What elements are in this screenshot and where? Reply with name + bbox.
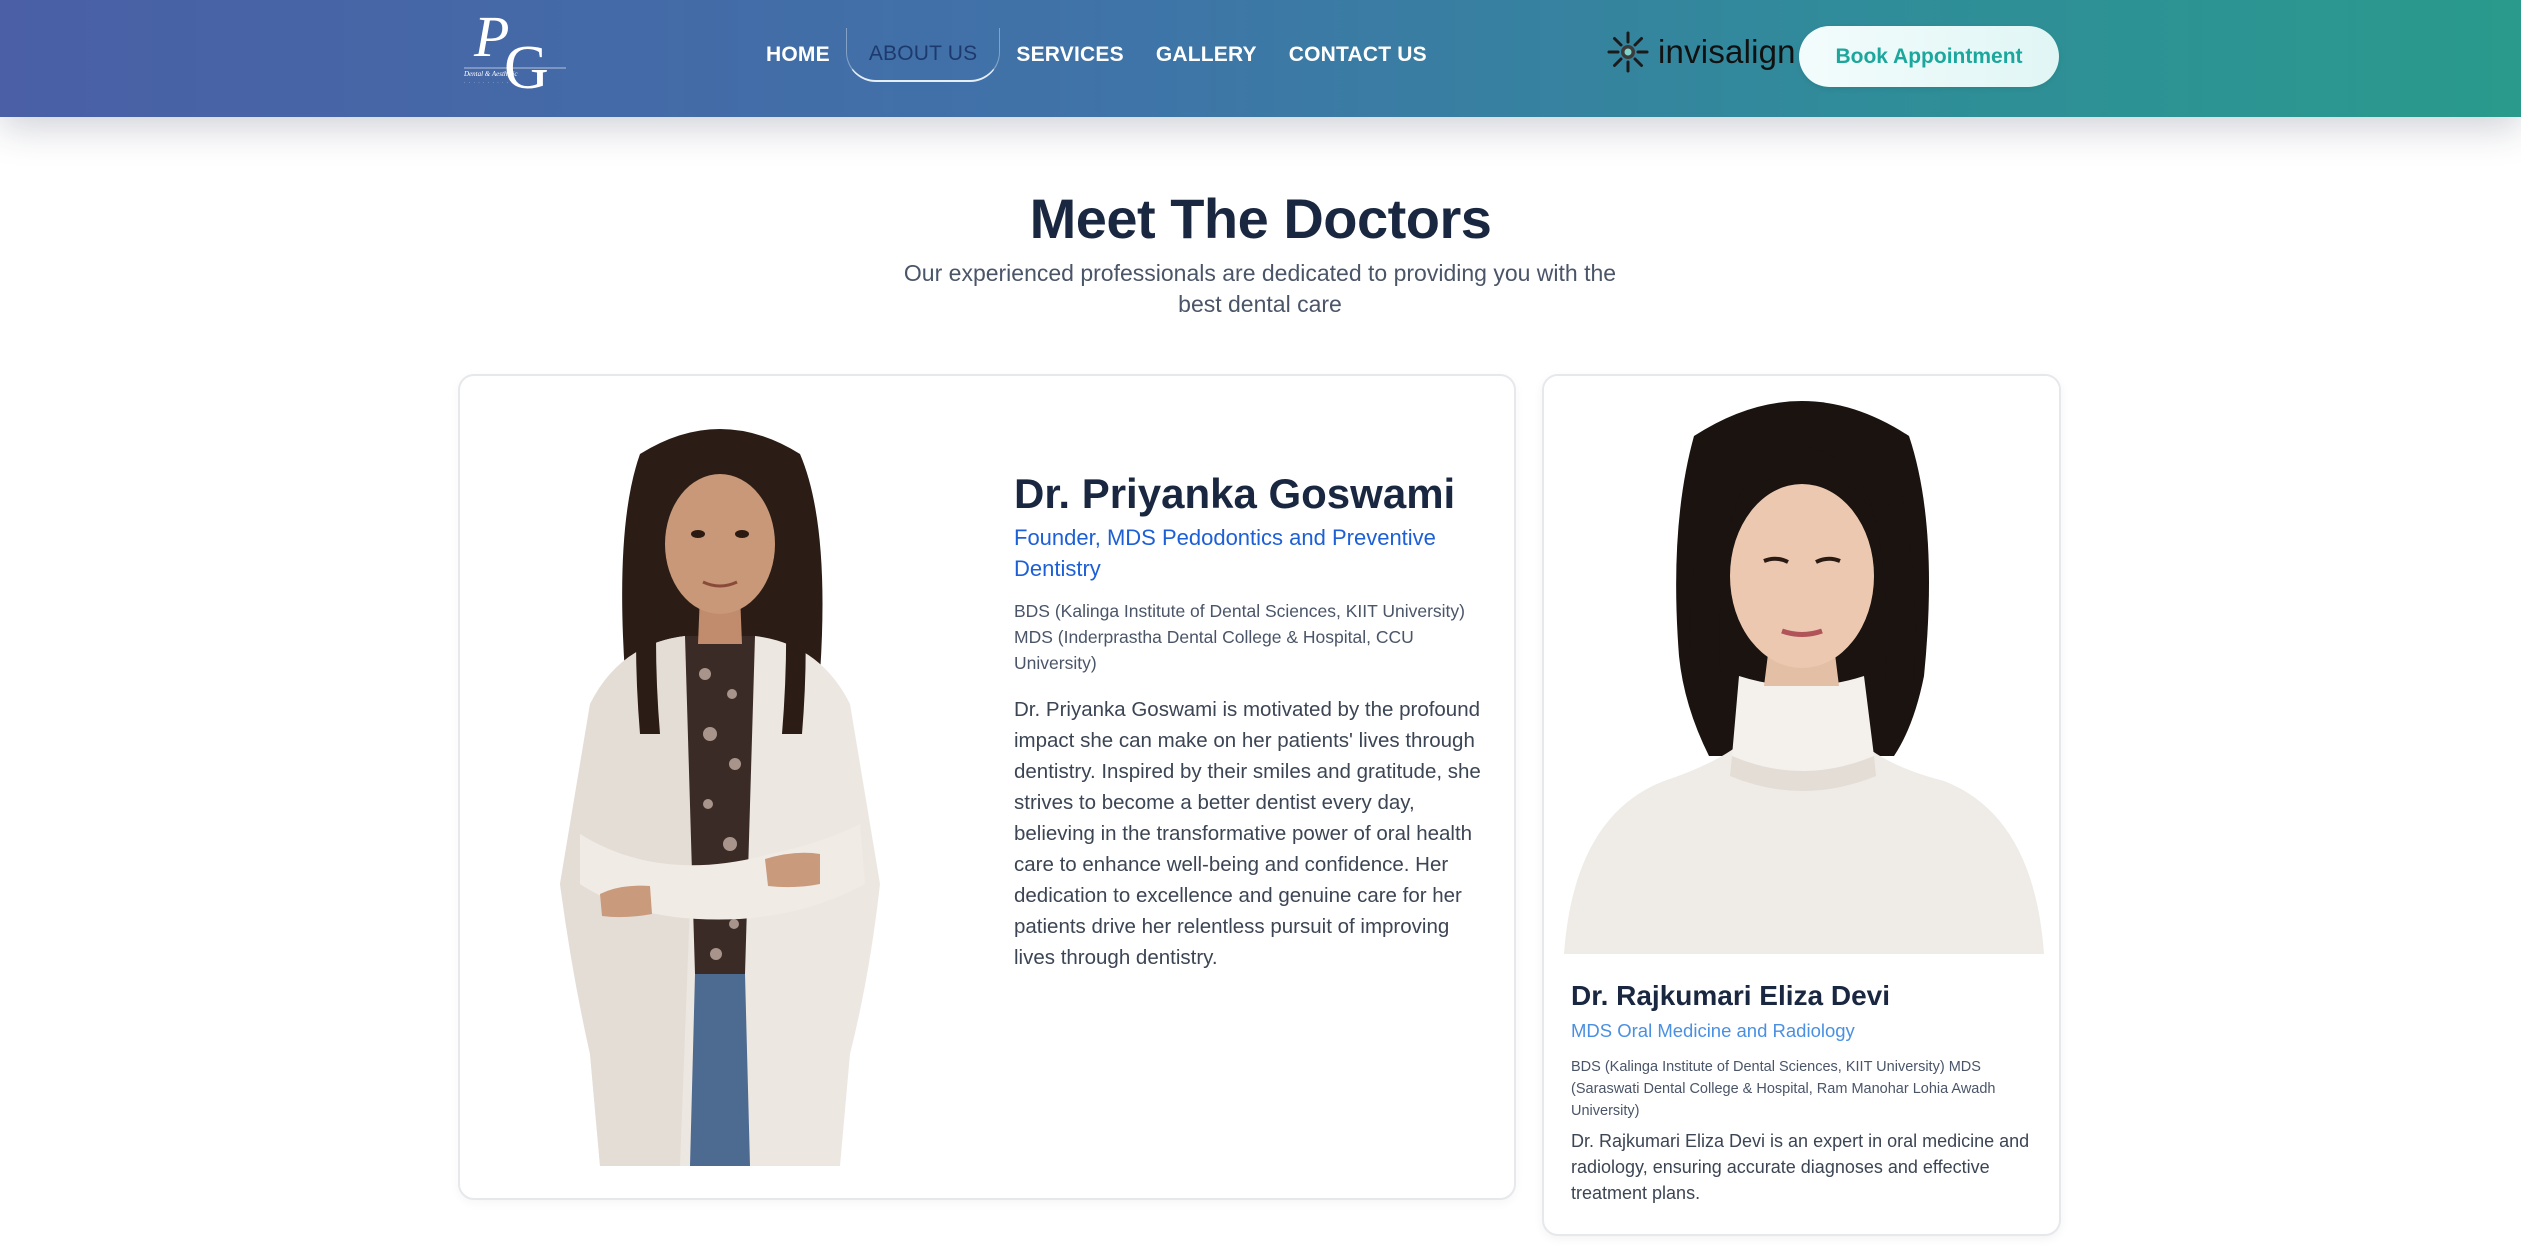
clinic-logo[interactable]: P G Dental & Aesthetic · · · · · · · · ·… <box>458 4 573 102</box>
doctor-photo-priyanka <box>560 429 880 1166</box>
nav-services[interactable]: SERVICES <box>1000 28 1139 82</box>
nav-home[interactable]: HOME <box>750 28 846 82</box>
nav-about-us[interactable]: ABOUT US <box>845 28 1001 82</box>
doctor-card-rajkumari: Dr. Rajkumari Eliza Devi MDS Oral Medici… <box>1542 374 2061 1236</box>
doctor-bio: Dr. Priyanka Goswami is motivated by the… <box>1014 698 1481 969</box>
invisalign-logo[interactable]: invisalign <box>1606 30 1796 74</box>
site-header: P G Dental & Aesthetic · · · · · · · · ·… <box>0 0 2521 117</box>
doctor-photo-rajkumari <box>1544 376 2059 954</box>
book-appointment-button[interactable]: Book Appointment <box>1799 26 2059 87</box>
doctor-name: Dr. Priyanka Goswami <box>1014 470 1456 517</box>
svg-text:G: G <box>504 34 549 94</box>
doctor-role: MDS Oral Medicine and Radiology <box>1571 1020 1855 1041</box>
nav-gallery[interactable]: GALLERY <box>1140 28 1273 82</box>
section-title: Meet The Doctors <box>1029 187 1492 250</box>
invisalign-star-icon <box>1607 31 1649 73</box>
section-subtitle: Our experienced professionals are dedica… <box>903 260 1617 317</box>
doctor-name: Dr. Rajkumari Eliza Devi <box>1571 980 1891 1011</box>
doctor-role: Founder, MDS Pedodontics and Preventive … <box>1014 525 1436 581</box>
doctor-education: BDS (Kalinga Institute of Dental Science… <box>1571 1059 1996 1119</box>
svg-text:Dental & Aesthetic: Dental & Aesthetic <box>463 70 518 78</box>
doctor-education: BDS (Kalinga Institute of Dental Science… <box>1014 601 1465 673</box>
svg-text:· · · · · · · · · ·: · · · · · · · · · · <box>464 80 509 85</box>
doctor-card-priyanka: Dr. Priyanka Goswami Founder, MDS Pedodo… <box>458 374 1516 1200</box>
logo-monogram-icon: P G Dental & Aesthetic · · · · · · · · ·… <box>463 4 566 102</box>
doctor-bio: Dr. Rajkumari Eliza Devi is an expert in… <box>1571 1131 2030 1203</box>
invisalign-wordmark: invisalign <box>1658 33 1796 70</box>
nav-contact-us[interactable]: CONTACT US <box>1273 28 1443 82</box>
main-nav: HOME ABOUT US SERVICES GALLERY CONTACT U… <box>750 28 1443 82</box>
